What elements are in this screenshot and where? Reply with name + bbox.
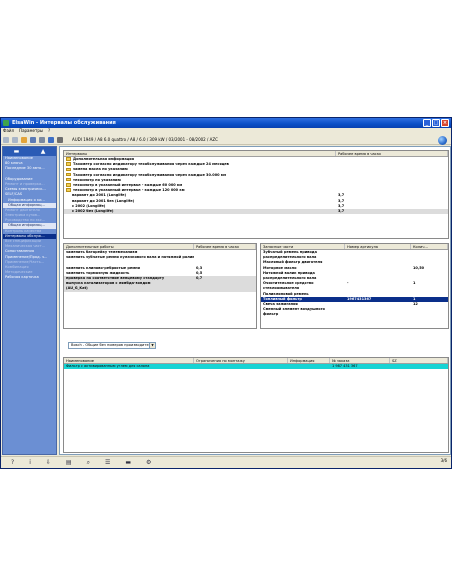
column-header[interactable]: Информация bbox=[288, 358, 330, 363]
vehicle-identification: AUDI 1949 / A8 6.0 quattro / A8 / 6.0 / … bbox=[72, 137, 218, 142]
table-row[interactable]: Фильтр с активированным углем для салона… bbox=[64, 364, 448, 370]
chevron-down-icon[interactable]: ▼ bbox=[149, 343, 155, 348]
supplier-select[interactable]: Bosch - Общие без номеров производителя … bbox=[68, 342, 156, 349]
menu-bar: Файл Параметры ? bbox=[1, 128, 451, 134]
interval-name: Дополнительная информация bbox=[73, 157, 134, 161]
bottom-toolbar: ? i ⇩ ▤ ⌕ ☰ ▬ ⚙ 3/6 bbox=[1, 456, 451, 468]
home-icon[interactable]: ▲ bbox=[41, 148, 46, 155]
window-title: ElsaWin - Интервалы обслуживания bbox=[12, 120, 116, 126]
extra-work-panel: Дополнительные работы Рабочее время в ча… bbox=[63, 243, 257, 329]
folder-icon bbox=[66, 178, 71, 182]
settings-icon[interactable]: ⚙ bbox=[146, 459, 151, 466]
toolbar: AUDI 1949 / A8 6.0 quattro / A8 / 6.0 / … bbox=[1, 135, 451, 145]
folder-icon bbox=[66, 183, 71, 187]
interval-name: вариант до 2001 (Longlife) bbox=[72, 193, 127, 198]
interval-name: с 2002 без (Longlife) bbox=[72, 208, 114, 213]
column-header[interactable]: Интервалы bbox=[64, 151, 336, 156]
bookmark-icon[interactable] bbox=[21, 136, 27, 143]
car-icon[interactable]: ▬ bbox=[125, 459, 131, 466]
page-indicator: 3/6 bbox=[440, 458, 447, 463]
supplier-select-value: Bosch - Общие без номеров производителя bbox=[71, 343, 154, 347]
document-icon[interactable] bbox=[39, 136, 45, 143]
maximize-icon[interactable]: □ bbox=[432, 119, 440, 127]
folder-icon bbox=[66, 188, 71, 192]
menu-settings[interactable]: Параметры bbox=[19, 128, 43, 134]
work-name: (AU_G_Kat) bbox=[66, 286, 88, 291]
column-header[interactable]: Рабочее время в часах bbox=[336, 151, 448, 156]
folder-icon bbox=[66, 162, 71, 166]
menu-help[interactable]: ? bbox=[48, 128, 50, 134]
part-number bbox=[345, 312, 411, 317]
parts-detail-panel: Наименование Ограничения по монтажу Инфо… bbox=[63, 357, 449, 453]
download-icon[interactable]: ⇩ bbox=[46, 459, 51, 466]
column-header[interactable]: № заказа bbox=[330, 358, 390, 363]
parts-panel: Запасные части Номер артикула Колич... З… bbox=[260, 243, 449, 329]
interval-name: замена масла по указанию bbox=[73, 167, 128, 172]
print-icon[interactable] bbox=[57, 136, 63, 143]
interval-name: техосмотр по указанию bbox=[73, 177, 121, 182]
folder-icon bbox=[66, 157, 71, 161]
detail-sz bbox=[390, 364, 448, 369]
list-icon[interactable]: ☰ bbox=[105, 459, 110, 466]
detail-order-number: 1 987 431 367 bbox=[332, 364, 358, 368]
interval-name-cell: с 2002 без (Longlife) bbox=[64, 209, 336, 214]
table-row[interactable]: фильтр bbox=[261, 312, 448, 317]
folder-icon bbox=[66, 172, 71, 177]
part-quantity bbox=[411, 312, 448, 317]
back-icon[interactable] bbox=[3, 136, 9, 143]
work-hours bbox=[194, 286, 256, 291]
close-icon[interactable]: × bbox=[441, 119, 449, 127]
app-window: ElsaWin - Интервалы обслуживания _ □ × Ф… bbox=[0, 117, 452, 469]
forward-icon[interactable] bbox=[12, 136, 18, 143]
column-header[interactable]: Наименование bbox=[64, 358, 194, 363]
column-header[interactable]: Ограничения по монтажу bbox=[194, 358, 288, 363]
intervals-panel: Интервалы Рабочее время в часах Дополнит… bbox=[63, 150, 449, 239]
zoom-icon[interactable]: ⌕ bbox=[87, 459, 90, 467]
interval-hours: 3,7 bbox=[338, 208, 345, 213]
interval-name: Тахометр согласно индикатору техобслужив… bbox=[73, 162, 229, 167]
column-header[interactable]: SZ bbox=[390, 358, 448, 363]
title-bar: ElsaWin - Интервалы обслуживания _ □ × bbox=[1, 118, 451, 128]
menu-file[interactable]: Файл bbox=[3, 128, 14, 134]
detail-name: Фильтр с активированным углем для салона bbox=[66, 364, 150, 368]
column-header[interactable]: Запасные части bbox=[261, 244, 345, 249]
column-header[interactable]: Дополнительные работы bbox=[64, 244, 194, 249]
interval-name: Тахометр согласно индикатору техобслужив… bbox=[73, 172, 227, 177]
main-pane: Интервалы Рабочее время в часах Дополнит… bbox=[59, 146, 451, 455]
sidebar-header: ▬ ▲ bbox=[3, 147, 56, 156]
folder-icon bbox=[66, 167, 71, 172]
search-icon[interactable] bbox=[48, 136, 54, 143]
detail-restriction bbox=[194, 364, 288, 369]
minimize-icon[interactable]: _ bbox=[423, 119, 431, 127]
document-icon[interactable]: ▤ bbox=[66, 459, 72, 466]
interval-name: техосмотр в указанный интервал - каждые … bbox=[73, 182, 183, 187]
help-icon[interactable]: ? bbox=[11, 459, 14, 466]
interval-name: техосмотр в указанный интервал - каждые … bbox=[73, 188, 185, 193]
detail-info bbox=[288, 364, 330, 369]
app-icon bbox=[3, 120, 9, 126]
globe-icon[interactable] bbox=[438, 136, 447, 145]
print-preview-icon[interactable] bbox=[30, 136, 36, 143]
sidebar-item[interactable]: Рабочая карточка bbox=[3, 275, 56, 280]
car-icon[interactable]: ▬ bbox=[14, 148, 20, 155]
table-row[interactable]: с 2002 без (Longlife) 3,7 bbox=[64, 208, 448, 215]
sidebar: ▬ ▲ Наименование 80 ключа Последние 30 авт… bbox=[2, 146, 57, 455]
table-row[interactable]: (AU_G_Kat) bbox=[64, 286, 256, 292]
column-header[interactable]: Рабочее время в часах bbox=[194, 244, 256, 249]
column-header[interactable]: Колич... bbox=[411, 244, 448, 249]
interval-name: вариант до 2001 без (Longlife) bbox=[72, 198, 135, 203]
part-name: фильтр bbox=[263, 312, 279, 317]
column-header[interactable]: Номер артикула bbox=[345, 244, 411, 249]
info-icon[interactable]: i bbox=[29, 459, 31, 466]
interval-name: с 2002 (Longlife) bbox=[72, 203, 106, 208]
